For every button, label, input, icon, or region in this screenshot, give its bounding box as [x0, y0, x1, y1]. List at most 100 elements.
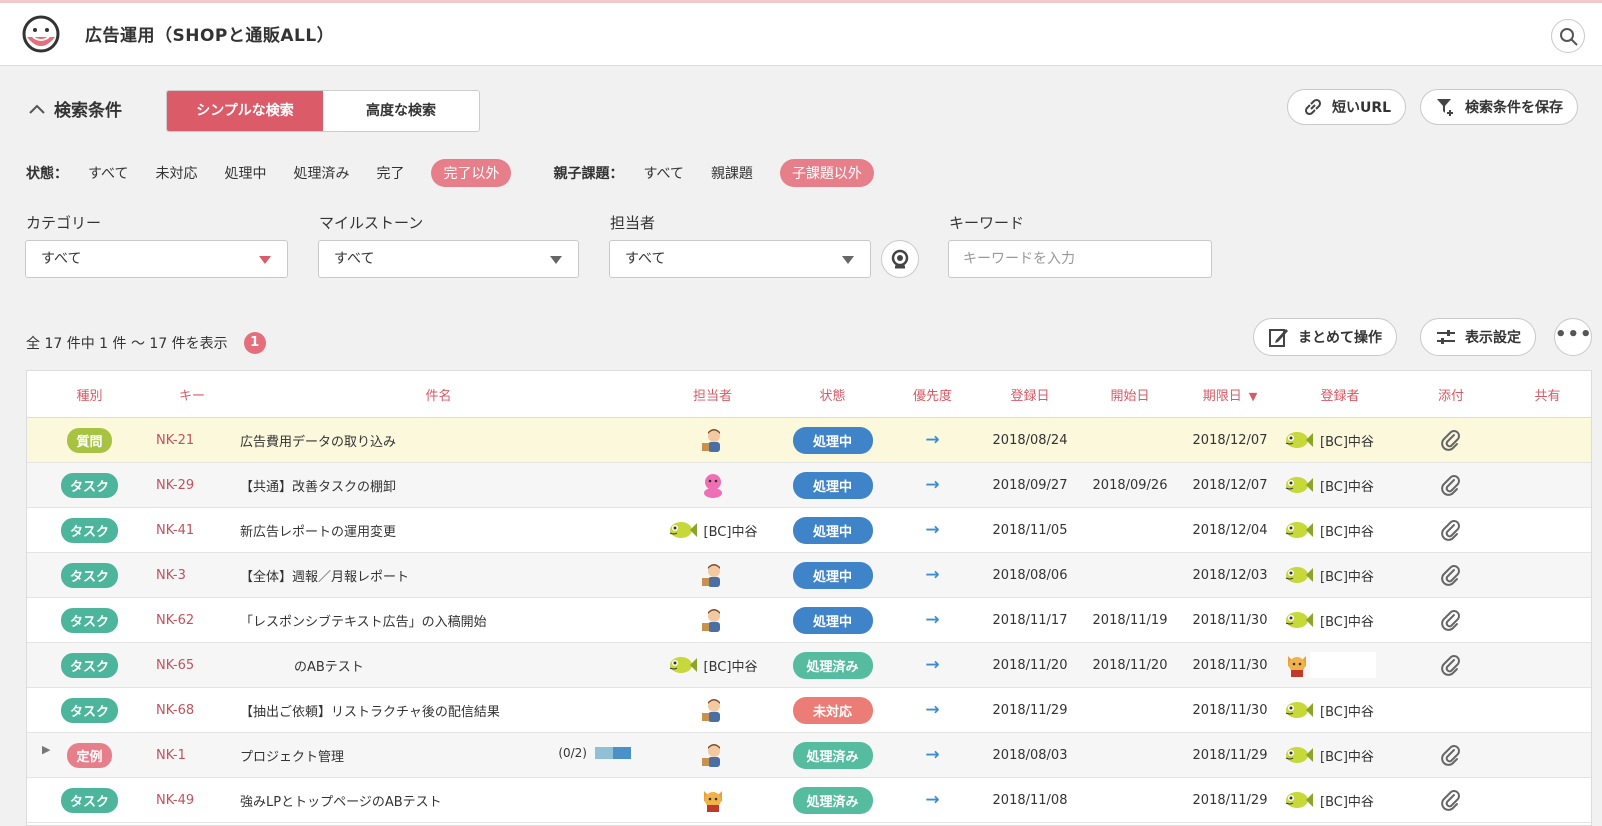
status-badge: 未対応 [792, 696, 873, 724]
paperclip-icon[interactable] [1441, 744, 1461, 766]
column-header-created[interactable]: 登録日 [980, 371, 1080, 418]
issue-key[interactable]: NK-1 [152, 732, 232, 778]
subject-cell: 強みLPとトップページのABテスト [232, 777, 645, 823]
paperclip-icon[interactable] [1441, 654, 1461, 676]
table-row[interactable]: タスク NK-65 のABテスト [BC]中谷 処理済み → 2018/11/20 2018/… [27, 642, 1591, 688]
issue-subject-link[interactable]: 広告費用データの取り込み [240, 435, 396, 450]
issue-subject-link[interactable]: 新広告レポートの運用変更 [240, 525, 396, 540]
attachment-cell [1400, 507, 1502, 553]
issue-subject-link[interactable]: プロジェクト管理 [240, 750, 344, 765]
status-option-not-closed[interactable]: 完了以外 [431, 159, 512, 187]
issue-type-badge: タスク [60, 607, 118, 633]
registrant-name: [BC]中谷 [1320, 524, 1374, 540]
status-badge: 処理済み [792, 741, 873, 769]
assignee-label: 担当者 [610, 214, 656, 232]
issue-subject-link[interactable]: 【全体】週報／月報レポート [240, 570, 409, 585]
status-cell: 処理中 [780, 507, 885, 553]
issue-key[interactable]: NK-49 [152, 777, 232, 823]
paperclip-icon[interactable] [1441, 474, 1461, 496]
column-header-key[interactable]: キー [152, 371, 232, 418]
issue-key[interactable]: NK-41 [152, 507, 232, 553]
priority-cell: → [885, 732, 980, 778]
milestone-select[interactable]: すべて [318, 240, 579, 278]
tab-advanced-search[interactable]: 高度な検索 [323, 91, 479, 131]
column-header-priority[interactable]: 優先度 [885, 371, 980, 418]
attachment-cell [1400, 642, 1502, 688]
assignee-select[interactable]: すべて [609, 240, 871, 278]
issue-subject-link[interactable]: のABテスト [294, 660, 364, 675]
status-option-open[interactable]: 未対応 [155, 163, 197, 183]
short-url-button[interactable]: 短いURL [1287, 89, 1407, 125]
assign-myself-button[interactable] [881, 240, 919, 278]
category-select[interactable]: すべて [25, 240, 288, 278]
table-row[interactable]: ▶ 定例 NK-1 プロジェクト管理 (0/2) 処理済み → 2018/08/03 2018/… [27, 732, 1591, 778]
issue-key[interactable]: NK-21 [152, 417, 232, 463]
issue-subject-link[interactable]: 強みLPとトップページのABテスト [240, 795, 442, 810]
issue-key[interactable]: NK-29 [152, 462, 232, 508]
issue-subject-link[interactable]: 【抽出ご依頼】リストラクチャ後の配信結果 [240, 705, 500, 720]
column-header-shared[interactable]: 共有 [1502, 371, 1591, 418]
table-row[interactable]: タスク NK-29 【共通】改善タスクの棚卸 処理中 → 2018/09/27 2018/0… [27, 462, 1591, 508]
registrant-cell [1280, 642, 1400, 688]
bulk-action-button[interactable]: まとめて操作 [1253, 318, 1397, 356]
subtask-progress-bar [595, 747, 631, 759]
column-header-due-date[interactable]: 期限日 ▼ [1180, 371, 1280, 418]
save-search-button[interactable]: 検索条件を保存 [1420, 89, 1578, 125]
status-option-all[interactable]: すべて [88, 163, 128, 183]
status-cell: 処理中 [780, 552, 885, 598]
paperclip-icon[interactable] [1441, 429, 1461, 451]
due-date: 2018/12/03 [1180, 552, 1280, 598]
table-row[interactable]: タスク NK-62 「レスポンシブテキスト広告」の入稿開始 処理中 → 2018/11/1… [27, 597, 1591, 643]
status-cell: 処理中 [780, 462, 885, 508]
paperclip-icon[interactable] [1441, 609, 1461, 631]
registrant-cell: [BC]中谷 [1280, 777, 1400, 823]
due-date-label: 期限日 [1202, 388, 1242, 404]
keyword-input[interactable] [948, 240, 1212, 278]
paperclip-icon[interactable] [1441, 789, 1461, 811]
issue-key[interactable]: NK-62 [152, 597, 232, 643]
search-conditions-toggle[interactable]: 検索条件 [28, 96, 122, 121]
status-option-closed[interactable]: 完了 [376, 163, 404, 183]
issue-subject-link[interactable]: 「レスポンシブテキスト広告」の入稿開始 [240, 615, 487, 630]
parent-option-parent[interactable]: 親課題 [711, 163, 753, 183]
status-option-in-progress[interactable]: 処理中 [224, 163, 266, 183]
expand-row-icon[interactable]: ▶ [42, 743, 50, 756]
display-settings-button[interactable]: 表示設定 [1420, 318, 1536, 356]
attachment-cell [1400, 552, 1502, 598]
result-summary: 全 17 件中 1 件 ～ 17 件を表示 [26, 336, 228, 352]
column-header-assignee[interactable]: 担当者 [645, 371, 780, 418]
paperclip-icon[interactable] [1441, 564, 1461, 586]
table-row[interactable]: 質問 NK-21 広告費用データの取り込み 処理中 → 2018/08/24 2018/12… [27, 417, 1591, 463]
column-header-type[interactable]: 種別 [27, 371, 152, 418]
issue-subject-link[interactable]: 【共通】改善タスクの棚卸 [240, 480, 396, 495]
issue-key[interactable]: NK-3 [152, 552, 232, 598]
priority-cell: → [885, 642, 980, 688]
parent-option-all[interactable]: すべて [643, 163, 683, 183]
paperclip-icon[interactable] [1441, 519, 1461, 541]
assignee-cell [645, 417, 780, 463]
result-badge[interactable]: 1 [243, 332, 266, 354]
column-header-attachment[interactable]: 添付 [1400, 371, 1502, 418]
issue-key[interactable]: NK-65 [152, 642, 232, 688]
type-cell: タスク [27, 777, 152, 823]
table-row[interactable]: タスク NK-49 強みLPとトップページのABテスト 処理済み → 2018/11/08… [27, 777, 1591, 823]
column-header-start-date[interactable]: 開始日 [1080, 371, 1180, 418]
search-button[interactable] [1551, 19, 1585, 53]
table-row[interactable]: タスク NK-68 【抽出ご依頼】リストラクチャ後の配信結果 未対応 → 2018/11/… [27, 687, 1591, 733]
table-row[interactable]: タスク NK-41 新広告レポートの運用変更 [BC]中谷 処理中 → 2018/11/05… [27, 507, 1591, 553]
column-header-registrant[interactable]: 登録者 [1280, 371, 1400, 418]
tab-simple-search[interactable]: シンプルな検索 [167, 91, 323, 131]
column-header-subject[interactable]: 件名 [232, 371, 645, 418]
parent-option-not-child[interactable]: 子課題以外 [779, 159, 874, 187]
smiley-logo-icon[interactable] [22, 15, 60, 53]
project-title[interactable]: 広告運用（SHOPと通販ALL） [85, 21, 334, 46]
start-date [1080, 507, 1180, 553]
column-header-status[interactable]: 状態 [780, 371, 885, 418]
registrant-name: [BC]中谷 [1320, 749, 1374, 765]
fish-avatar-icon [668, 652, 697, 678]
more-options-button[interactable]: ••• [1554, 318, 1592, 356]
issue-key[interactable]: NK-68 [152, 687, 232, 733]
status-option-resolved[interactable]: 処理済み [293, 163, 349, 183]
table-row[interactable]: タスク NK-3 【全体】週報／月報レポート 処理中 → 2018/08/06 2018/1… [27, 552, 1591, 598]
status-badge: 処理中 [792, 426, 873, 454]
